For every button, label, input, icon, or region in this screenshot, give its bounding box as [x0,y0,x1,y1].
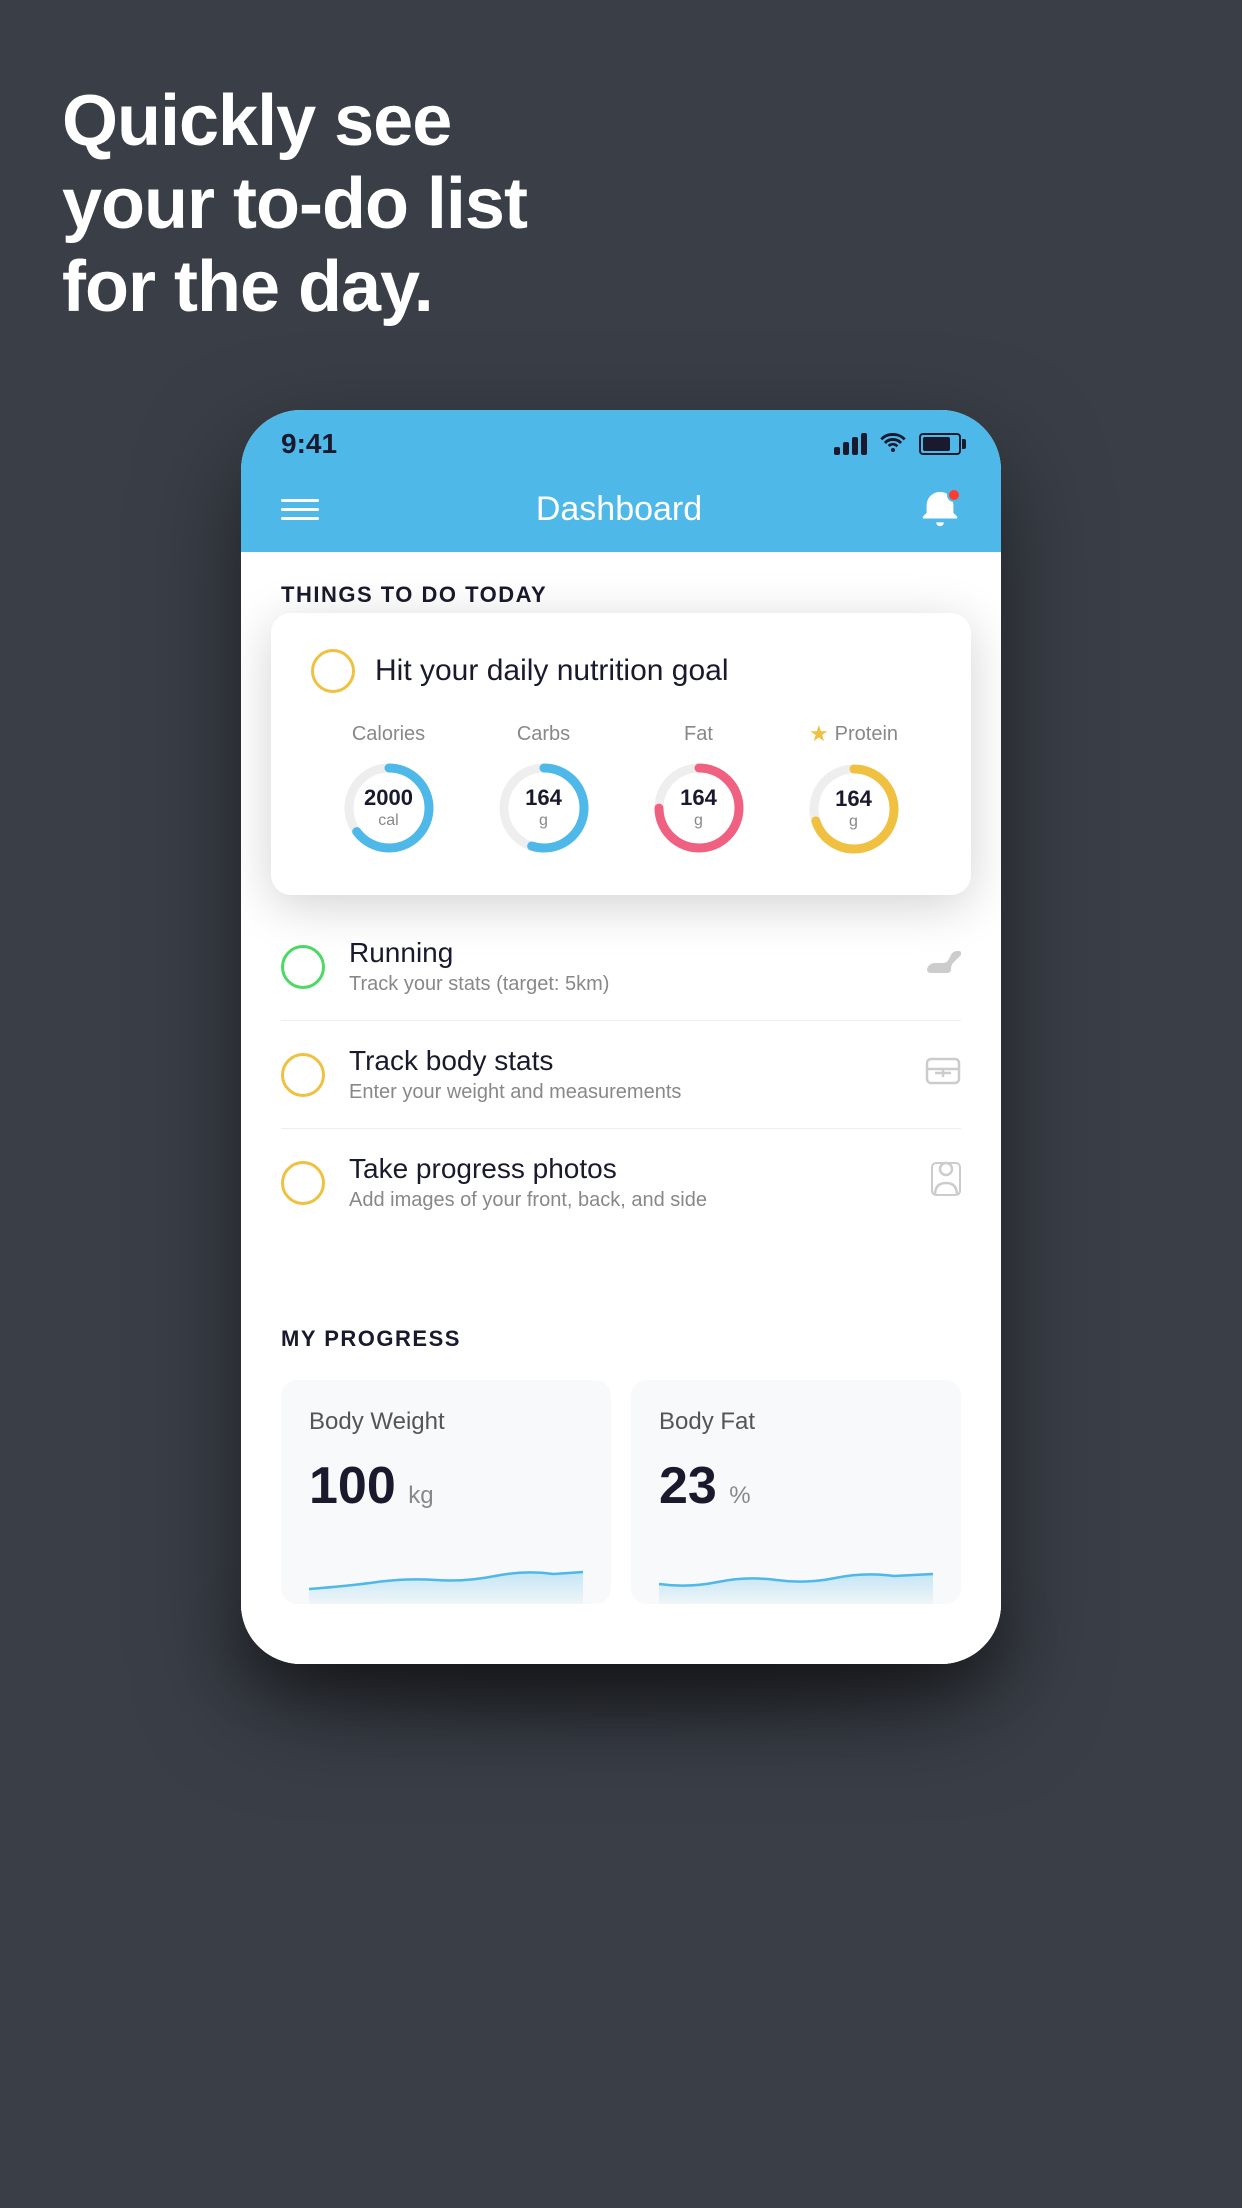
nutrition-card-title: Hit your daily nutrition goal [375,654,729,688]
hero-heading: Quickly see your to-do list for the day. [62,80,527,328]
todo-item-photos[interactable]: Take progress photos Add images of your … [281,1129,961,1236]
fat-stat: Fat 164 g [649,723,749,858]
nutrition-checkbox[interactable] [311,649,355,693]
status-icons [834,430,961,458]
nav-title: Dashboard [536,490,702,529]
fat-donut: 164 g [649,758,749,858]
body-fat-chart [659,1544,933,1604]
content-area: THINGS TO DO TODAY Hit your daily nutrit… [241,552,1001,1664]
calories-label: Calories [352,723,425,746]
phone-mockup: 9:41 [171,410,1071,1664]
body-weight-title: Body Weight [309,1408,583,1436]
battery-icon [919,433,961,455]
todo-checkbox-photos[interactable] [281,1161,325,1205]
hero-line-1: Quickly see [62,80,527,163]
body-weight-chart [309,1544,583,1604]
nav-bar: Dashboard [241,470,1001,552]
status-bar: 9:41 [241,410,1001,470]
todo-title-photos: Take progress photos [349,1153,907,1185]
body-fat-card: Body Fat 23 % [631,1380,961,1604]
progress-cards: Body Weight 100 kg [281,1380,961,1604]
carbs-label: Carbs [517,723,570,746]
todo-text-running: Running Track your stats (target: 5km) [349,937,901,996]
body-fat-number: 23 [659,1457,717,1515]
todo-checkbox-running[interactable] [281,945,325,989]
todo-title-body-stats: Track body stats [349,1045,901,1077]
todo-title-running: Running [349,937,901,969]
body-weight-card: Body Weight 100 kg [281,1380,611,1604]
todo-text-photos: Take progress photos Add images of your … [349,1153,907,1212]
wifi-icon [879,430,907,458]
scale-icon [925,1055,961,1095]
body-weight-unit: kg [408,1482,433,1509]
body-weight-value: 100 kg [309,1456,583,1516]
calories-stat: Calories 2000 cal [339,723,439,858]
todo-item-running[interactable]: Running Track your stats (target: 5km) [281,913,961,1021]
todo-subtitle-running: Track your stats (target: 5km) [349,973,901,996]
star-icon: ★ [809,721,829,747]
todo-text-body-stats: Track body stats Enter your weight and m… [349,1045,901,1104]
body-fat-unit: % [729,1482,750,1509]
todo-checkbox-body-stats[interactable] [281,1053,325,1097]
progress-section: MY PROGRESS Body Weight 100 kg [241,1286,1001,1664]
hero-line-2: your to-do list [62,163,527,246]
notification-dot [947,488,961,502]
todo-subtitle-body-stats: Enter your weight and measurements [349,1081,901,1104]
calories-donut: 2000 cal [339,758,439,858]
hamburger-menu-icon[interactable] [281,499,319,520]
fat-label: Fat [684,723,713,746]
nutrition-stats: Calories 2000 cal [311,721,931,859]
hero-line-3: for the day. [62,246,527,329]
protein-stat: ★ Protein 164 g [804,721,904,859]
bell-icon[interactable] [919,488,961,530]
carbs-stat: Carbs 164 g [494,723,594,858]
signal-icon [834,433,867,455]
nutrition-card: Hit your daily nutrition goal Calories [271,613,971,895]
protein-donut: 164 g [804,759,904,859]
todo-list: Running Track your stats (target: 5km) T… [241,913,1001,1236]
protein-label: ★ Protein [809,721,898,747]
phone-screen: 9:41 [241,410,1001,1664]
person-icon [931,1161,961,1205]
progress-header: MY PROGRESS [281,1326,961,1352]
shoe-icon [925,948,961,985]
carbs-donut: 164 g [494,758,594,858]
todo-item-body-stats[interactable]: Track body stats Enter your weight and m… [281,1021,961,1129]
body-weight-number: 100 [309,1457,396,1515]
body-fat-value: 23 % [659,1456,933,1516]
status-time: 9:41 [281,428,337,460]
body-fat-title: Body Fat [659,1408,933,1436]
todo-subtitle-photos: Add images of your front, back, and side [349,1189,907,1212]
